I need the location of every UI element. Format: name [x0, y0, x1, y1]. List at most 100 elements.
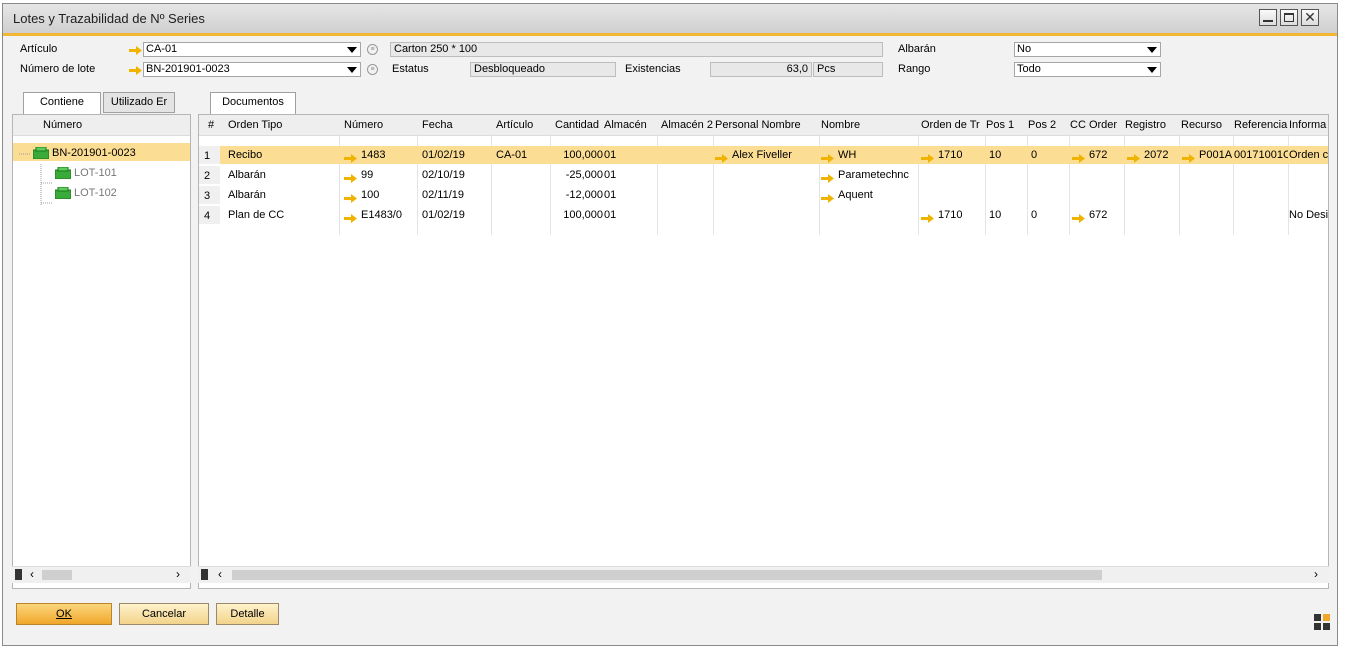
cell-informa: Orden c	[1289, 149, 1329, 161]
link-arrow-icon[interactable]	[921, 151, 934, 163]
cell-numero[interactable]: 99	[344, 166, 416, 184]
albaran-label: Albarán	[898, 43, 936, 55]
tree-header: Número	[13, 115, 190, 136]
cell-almacen2	[661, 146, 711, 164]
link-arrow-icon[interactable]	[129, 66, 142, 75]
table-row[interactable]: 1 Recibo 1483 01/02/19 CA-01 100,000 01 …	[199, 146, 1328, 164]
cell-nombre[interactable]: WH	[821, 146, 916, 164]
col-header[interactable]: Orden de Tr	[921, 115, 985, 135]
cell-registro[interactable]: 2072	[1127, 146, 1179, 164]
cell-almacen: 01	[604, 149, 617, 161]
col-header[interactable]: Cantidad	[555, 115, 605, 135]
scroll-thumb-marker[interactable]	[201, 569, 208, 580]
link-arrow-icon[interactable]	[821, 151, 834, 163]
link-arrow-icon[interactable]	[344, 151, 357, 163]
table-row[interactable]: 4 Plan de CC E1483/0 01/02/19 100,000 01…	[199, 206, 1328, 224]
estatus-label: Estatus	[392, 63, 429, 75]
chevron-down-icon[interactable]	[347, 67, 357, 73]
scroll-thumb[interactable]	[232, 570, 1102, 580]
ok-button[interactable]: OK	[16, 603, 112, 625]
row-number: 1	[199, 146, 220, 164]
rango-combo[interactable]: Todo	[1014, 62, 1161, 77]
cell-informa: No Desi	[1289, 209, 1329, 221]
link-arrow-icon[interactable]	[1182, 151, 1195, 163]
col-header[interactable]: Personal Nombre	[715, 115, 815, 135]
col-header[interactable]: Informa	[1289, 115, 1328, 135]
col-header[interactable]: Pos 1	[986, 115, 1024, 135]
col-header[interactable]: Fecha	[422, 115, 487, 135]
tree-node-child[interactable]: LOT-102	[54, 184, 117, 202]
col-header[interactable]: Nombre	[821, 115, 916, 135]
cell-personal[interactable]: Alex Fiveller	[715, 146, 817, 164]
cell-numero[interactable]: 1483	[344, 146, 416, 164]
link-arrow-icon[interactable]	[344, 191, 357, 203]
col-header[interactable]: Almacén 2	[661, 115, 713, 135]
link-arrow-icon[interactable]	[344, 211, 357, 223]
link-arrow-icon[interactable]	[1127, 151, 1140, 163]
cell-cc[interactable]: 672	[1072, 206, 1124, 224]
link-arrow-icon[interactable]	[715, 151, 728, 163]
link-arrow-icon[interactable]	[921, 211, 934, 223]
close-button[interactable]: ✕	[1301, 9, 1319, 26]
cell-cc[interactable]: 672	[1072, 146, 1124, 164]
col-header[interactable]: Número	[344, 115, 414, 135]
cell-nombre[interactable]: Parametechnc	[821, 166, 916, 184]
maximize-button[interactable]	[1280, 9, 1298, 26]
cell-numero[interactable]: 100	[344, 186, 416, 204]
col-header[interactable]: Orden Tipo	[228, 115, 328, 135]
chevron-right-icon[interactable]: ›	[176, 567, 180, 581]
detail-button[interactable]: Detalle	[216, 603, 279, 625]
link-arrow-icon[interactable]	[821, 171, 834, 183]
link-arrow-icon[interactable]	[129, 46, 142, 55]
chevron-down-icon[interactable]	[347, 47, 357, 53]
chevron-down-icon[interactable]	[1147, 47, 1157, 53]
link-arrow-icon[interactable]	[1072, 151, 1085, 163]
link-arrow-icon[interactable]	[1072, 211, 1085, 223]
link-arrow-icon[interactable]	[344, 171, 357, 183]
col-header[interactable]: Registro	[1125, 115, 1177, 135]
articulo-combo[interactable]: CA-01	[143, 42, 361, 57]
col-header[interactable]: Recurso	[1181, 115, 1234, 135]
chevron-left-icon[interactable]: ‹	[218, 567, 222, 581]
chevron-right-icon[interactable]: ›	[1314, 567, 1318, 581]
cell-personal-text: Alex Fiveller	[732, 149, 792, 161]
albaran-combo[interactable]: No	[1014, 42, 1161, 57]
lote-combo[interactable]: BN-201901-0023	[143, 62, 361, 77]
cell-referencia: 00171001C	[1234, 149, 1288, 161]
col-header[interactable]: #	[208, 115, 220, 135]
grid-scrollbar[interactable]: ‹ ›	[198, 566, 1329, 583]
row-number: 3	[199, 186, 220, 204]
cell-orden[interactable]: 1710	[921, 146, 985, 164]
scroll-thumb[interactable]	[42, 570, 72, 580]
cell-recurso[interactable]: P001A	[1182, 146, 1233, 164]
minimize-button[interactable]	[1259, 9, 1277, 26]
tab-contiene[interactable]: Contiene	[23, 92, 101, 114]
table-row[interactable]: 3 Albarán 100 02/11/19 -12,000 01 Aquent	[199, 186, 1328, 204]
col-header[interactable]: CC Order	[1070, 115, 1125, 135]
table-row[interactable]: 2 Albarán 99 02/10/19 -25,000 01 Paramet…	[199, 166, 1328, 184]
col-header[interactable]: Artículo	[496, 115, 546, 135]
tree-scrollbar[interactable]: ‹ ›	[12, 566, 191, 583]
cell-numero-text: 1483	[361, 149, 386, 161]
chevron-down-icon[interactable]	[1147, 67, 1157, 73]
tree-node-root[interactable]: BN-201901-0023	[32, 144, 136, 162]
col-header[interactable]: Almacén	[604, 115, 654, 135]
col-header[interactable]: Pos 2	[1028, 115, 1066, 135]
cell-nombre[interactable]: Aquent	[821, 186, 916, 204]
tab-documentos[interactable]: Documentos	[210, 92, 296, 114]
info-icon[interactable]: ≡	[367, 64, 378, 75]
col-header[interactable]: Referencia	[1234, 115, 1289, 135]
cell-numero[interactable]: E1483/0	[344, 206, 416, 224]
info-icon[interactable]: ≡	[367, 44, 378, 55]
tab-utilizado[interactable]: Utilizado Er	[103, 92, 175, 113]
articulo-description: Carton 250 * 100	[390, 42, 883, 57]
link-arrow-icon[interactable]	[821, 191, 834, 203]
cell-orden[interactable]: 1710	[921, 206, 985, 224]
cancel-button[interactable]: Cancelar	[119, 603, 209, 625]
scroll-thumb-marker[interactable]	[15, 569, 22, 580]
chevron-left-icon[interactable]: ‹	[30, 567, 34, 581]
tree-node-child[interactable]: LOT-101	[54, 164, 117, 182]
tree-header-label: Número	[43, 119, 83, 131]
cell-almacen: 01	[604, 209, 617, 221]
tree-node-label: LOT-101	[74, 167, 117, 179]
